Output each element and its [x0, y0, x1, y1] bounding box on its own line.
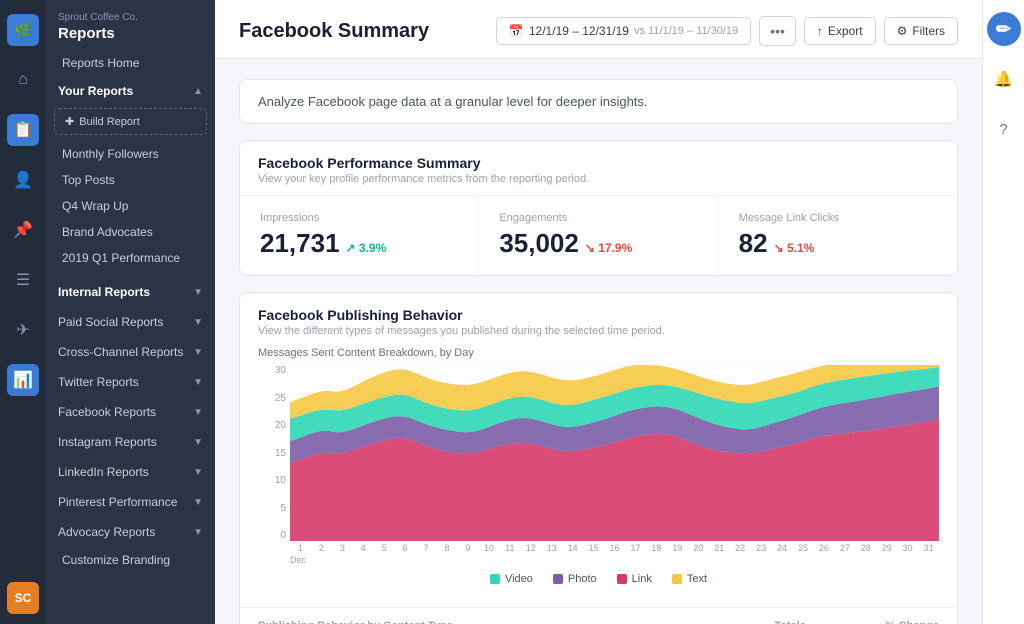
- date-range-button[interactable]: 📅 12/1/19 – 12/31/19 vs 11/1/19 – 11/30/…: [496, 17, 751, 45]
- sidebar-group-paid-social[interactable]: Paid Social Reports ▼: [46, 308, 215, 336]
- chart-container: 30 25 20 15 10 5 0: [240, 365, 957, 607]
- compose-button[interactable]: ✏: [987, 12, 1021, 46]
- publishing-behavior-card: Facebook Publishing Behavior View the di…: [239, 292, 958, 624]
- publishing-behavior-subtitle: View the different types of messages you…: [258, 325, 939, 337]
- sidebar-group-facebook[interactable]: Facebook Reports ▼: [46, 398, 215, 426]
- advocacy-chevron: ▼: [193, 527, 203, 538]
- impressions-change: ↗ 3.9%: [346, 241, 387, 255]
- brand-sub: Sprout Coffee Co.: [58, 12, 203, 23]
- sidebar-group-cross-channel[interactable]: Cross-Channel Reports ▼: [46, 338, 215, 366]
- instagram-chevron: ▼: [193, 437, 203, 448]
- right-bar: ✏ 🔔 ?: [982, 0, 1024, 624]
- sidebar-group-instagram[interactable]: Instagram Reports ▼: [46, 428, 215, 456]
- main-header: Facebook Summary 📅 12/1/19 – 12/31/19 vs…: [215, 0, 982, 59]
- text-color: [672, 574, 682, 584]
- export-icon: ↑: [817, 24, 823, 38]
- sidebar-item-brand-advocates[interactable]: Brand Advocates: [50, 219, 211, 245]
- nav-person-icon[interactable]: 👤: [7, 164, 39, 196]
- performance-summary-card: Facebook Performance Summary View your k…: [239, 140, 958, 276]
- brand-title: Reports: [58, 25, 203, 42]
- publishing-behavior-title: Facebook Publishing Behavior: [258, 307, 939, 323]
- metrics-row: Impressions 21,731 ↗ 3.9% Engagements 35…: [240, 196, 957, 275]
- legend-link: Link: [617, 573, 652, 585]
- page-title: Facebook Summary: [239, 20, 429, 43]
- export-button[interactable]: ↑ Export: [804, 17, 876, 45]
- x-axis: 1 2 3 4 5 6 7 8 9 10 11 12 13 14: [290, 543, 939, 565]
- sidebar-item-monthly-followers[interactable]: Monthly Followers: [50, 141, 211, 167]
- photo-color: [553, 574, 563, 584]
- nav-chart-icon[interactable]: 📊: [7, 364, 39, 396]
- chart-plot: [290, 365, 939, 541]
- legend-video: Video: [490, 573, 533, 585]
- sidebar-icon-nav: 🌿 ⌂ 📋 👤 📌 ☰ ✈ 📊 SC: [0, 0, 46, 624]
- sidebar-group-linkedin[interactable]: LinkedIn Reports ▼: [46, 458, 215, 486]
- clicks-change: ↘ 5.1%: [774, 241, 815, 255]
- metric-engagements: Engagements 35,002 ↘ 17.9%: [479, 196, 718, 275]
- header-controls: 📅 12/1/19 – 12/31/19 vs 11/1/19 – 11/30/…: [496, 16, 958, 46]
- performance-summary-header: Facebook Performance Summary View your k…: [240, 141, 957, 196]
- metric-impressions: Impressions 21,731 ↗ 3.9%: [240, 196, 479, 275]
- sidebar-group-pinterest[interactable]: Pinterest Performance ▼: [46, 488, 215, 516]
- cross-channel-chevron: ▼: [193, 347, 203, 358]
- chart-legend: Video Photo Link Text: [258, 565, 939, 597]
- sidebar-item-customize-branding[interactable]: Customize Branding: [50, 547, 211, 573]
- metric-message-link-clicks: Message Link Clicks 82 ↘ 5.1%: [719, 196, 957, 275]
- nav-list-icon[interactable]: ☰: [7, 264, 39, 296]
- sidebar-item-reports-home[interactable]: Reports Home: [50, 50, 211, 76]
- notification-icon[interactable]: 🔔: [987, 62, 1021, 96]
- pinterest-chevron: ▼: [193, 497, 203, 508]
- sidebar-group-twitter[interactable]: Twitter Reports ▼: [46, 368, 215, 396]
- publishing-behavior-header: Facebook Publishing Behavior View the di…: [240, 293, 957, 347]
- sidebar-main: Sprout Coffee Co. Reports Reports Home Y…: [46, 0, 215, 624]
- y-axis: 30 25 20 15 10 5 0: [258, 365, 286, 541]
- filters-button[interactable]: ⚙ Filters: [884, 17, 958, 45]
- info-banner: Analyze Facebook page data at a granular…: [239, 79, 958, 124]
- sidebar-section-your-reports[interactable]: Your Reports ▲: [46, 76, 215, 102]
- sidebar-item-q4-wrap[interactable]: Q4 Wrap Up: [50, 193, 211, 219]
- sidebar-group-advocacy[interactable]: Advocacy Reports ▼: [46, 518, 215, 546]
- sidebar-brand: Sprout Coffee Co. Reports: [46, 0, 215, 50]
- chart-label: Messages Sent Content Breakdown, by Day: [240, 347, 957, 365]
- nav-home-icon[interactable]: ⌂: [7, 64, 39, 96]
- legend-text: Text: [672, 573, 707, 585]
- main-content: Facebook Summary 📅 12/1/19 – 12/31/19 vs…: [215, 0, 982, 624]
- sidebar-item-2019-q1[interactable]: 2019 Q1 Performance: [50, 245, 211, 271]
- publishing-table-header: Publishing Behavior by Content Type Tota…: [240, 607, 957, 624]
- help-icon[interactable]: ?: [987, 112, 1021, 146]
- build-report-button[interactable]: ✚ Build Report: [54, 108, 207, 135]
- more-options-button[interactable]: •••: [759, 16, 796, 46]
- plus-icon: ✚: [65, 115, 74, 128]
- paid-social-chevron: ▼: [193, 317, 203, 328]
- app-logo-icon[interactable]: 🌿: [7, 14, 39, 46]
- performance-summary-subtitle: View your key profile performance metric…: [258, 173, 939, 185]
- legend-photo: Photo: [553, 573, 597, 585]
- area-chart: [290, 365, 939, 541]
- engagements-change: ↘ 17.9%: [585, 241, 632, 255]
- content-area: Analyze Facebook page data at a granular…: [215, 59, 982, 624]
- chart-area: 30 25 20 15 10 5 0: [258, 365, 939, 565]
- twitter-chevron: ▼: [193, 377, 203, 388]
- nav-pin-icon[interactable]: 📌: [7, 214, 39, 246]
- filter-icon: ⚙: [897, 24, 908, 38]
- internal-chevron: ▼: [193, 287, 203, 298]
- your-reports-chevron: ▲: [193, 86, 203, 97]
- video-color: [490, 574, 500, 584]
- user-avatar[interactable]: SC: [7, 582, 39, 614]
- facebook-chevron: ▼: [193, 407, 203, 418]
- nav-reports-icon[interactable]: 📋: [7, 114, 39, 146]
- sidebar-group-internal[interactable]: Internal Reports ▼: [46, 278, 215, 306]
- sidebar-item-top-posts[interactable]: Top Posts: [50, 167, 211, 193]
- link-color: [617, 574, 627, 584]
- calendar-icon: 📅: [509, 24, 524, 38]
- performance-summary-title: Facebook Performance Summary: [258, 155, 939, 171]
- nav-send-icon[interactable]: ✈: [7, 314, 39, 346]
- linkedin-chevron: ▼: [193, 467, 203, 478]
